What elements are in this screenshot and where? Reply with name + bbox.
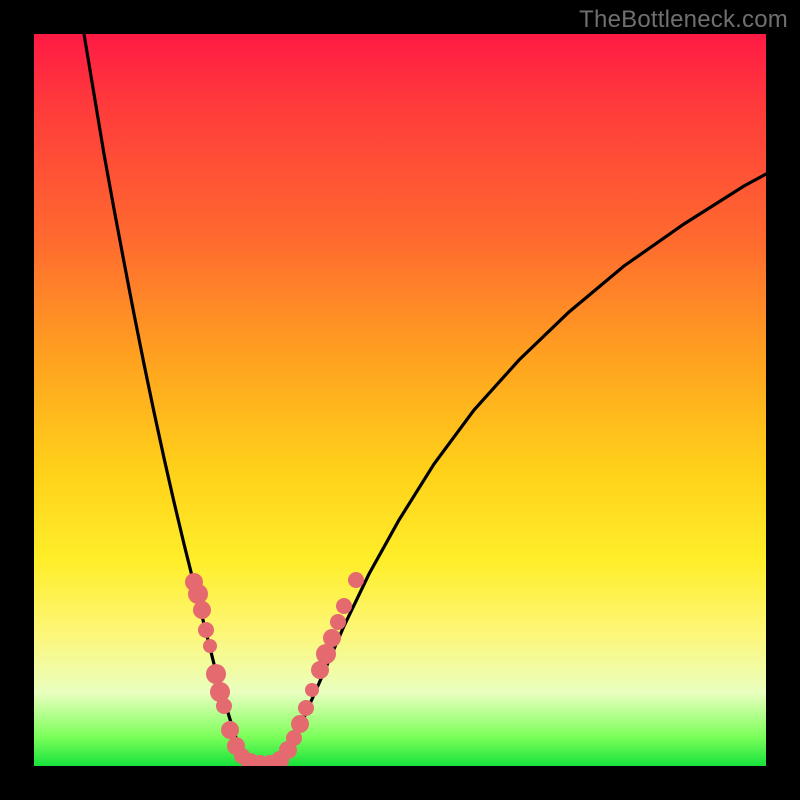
highlight-dot (316, 644, 336, 664)
highlight-dot (305, 683, 319, 697)
plot-area (34, 34, 766, 766)
highlight-dot (221, 721, 239, 739)
highlight-dot (348, 572, 364, 588)
highlight-dot (336, 598, 352, 614)
watermark-text: TheBottleneck.com (579, 6, 788, 34)
highlight-dot (298, 700, 314, 716)
highlight-dots-group (185, 572, 364, 766)
chart-frame: TheBottleneck.com (0, 0, 800, 800)
bottleneck-curve (84, 34, 766, 766)
highlight-dot (291, 715, 309, 733)
highlight-dot (198, 622, 214, 638)
highlight-dot (193, 601, 211, 619)
highlight-dot (216, 698, 232, 714)
highlight-dot (188, 584, 208, 604)
curve-svg (34, 34, 766, 766)
highlight-dot (330, 614, 346, 630)
highlight-dot (203, 639, 217, 653)
highlight-dot (323, 629, 341, 647)
highlight-dot (206, 664, 226, 684)
